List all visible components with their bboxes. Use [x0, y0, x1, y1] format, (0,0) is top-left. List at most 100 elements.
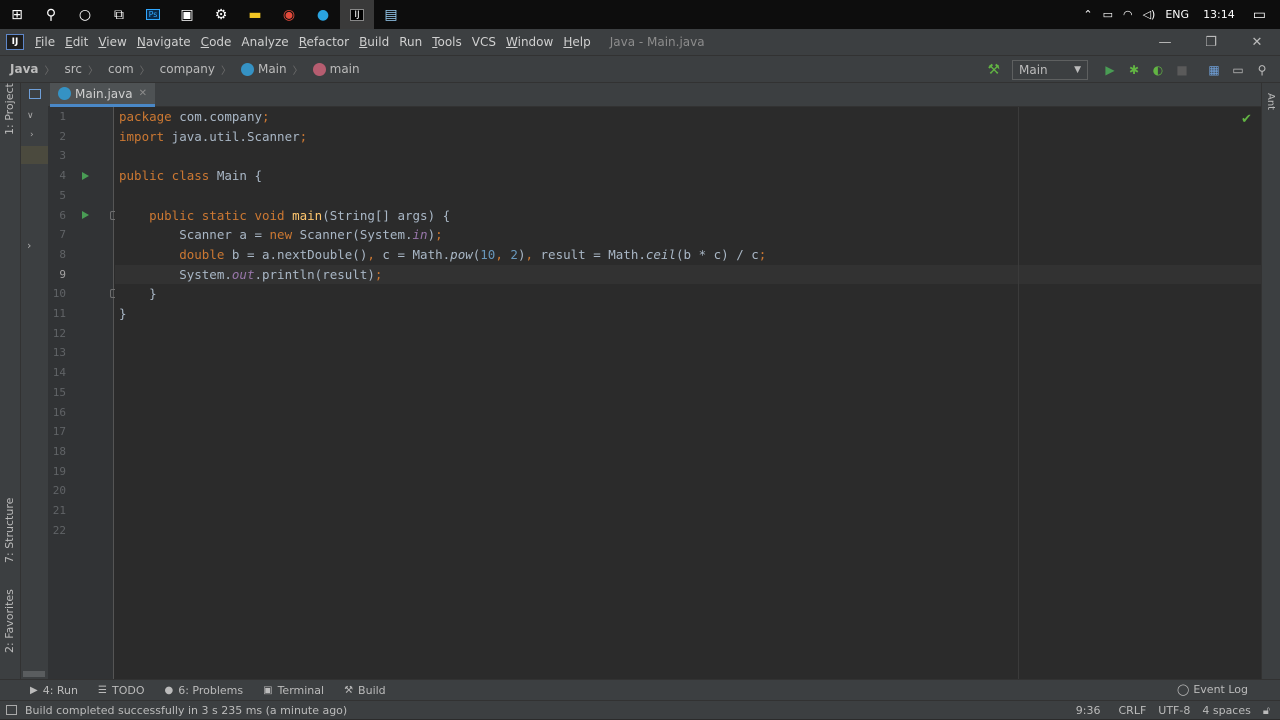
breadcrumb-main-class[interactable]: Main [240, 62, 287, 76]
clock[interactable]: 13:14 [1203, 8, 1235, 21]
status-window-icon[interactable] [6, 705, 17, 715]
intellij-icon[interactable]: IJ [340, 0, 374, 29]
structure-tool-button[interactable]: 7: Structure [3, 498, 16, 563]
close-icon[interactable]: ✕ [139, 88, 147, 99]
task-view-icon[interactable]: ⧉ [102, 0, 136, 29]
run-configuration-select[interactable]: Main ▼ [1012, 59, 1088, 80]
breadcrumb-com[interactable]: com [108, 62, 134, 76]
indent-setting[interactable]: 4 spaces [1202, 704, 1251, 717]
line-number[interactable]: 14 [48, 363, 66, 383]
menu-edit[interactable]: Edit [65, 35, 88, 49]
problems-tool-button[interactable]: ● 6: Problems [164, 684, 243, 697]
line-number[interactable]: 21 [48, 501, 66, 521]
coverage-icon[interactable]: ◐ [1146, 60, 1170, 80]
menu-run[interactable]: Run [399, 35, 422, 49]
telegram-icon[interactable]: ● [306, 0, 340, 29]
line-number[interactable]: 15 [48, 383, 66, 403]
search-everywhere-icon[interactable]: ⚲ [1250, 60, 1274, 80]
panel-icon[interactable] [29, 89, 41, 99]
line-number[interactable]: 8 [48, 245, 66, 265]
minimize-button[interactable]: — [1142, 29, 1188, 55]
run-gutter-icon[interactable] [82, 171, 89, 180]
code-editor[interactable]: package com.company; import java.util.Sc… [115, 107, 1261, 679]
lock-icon[interactable]: 🔓︎ [1263, 704, 1270, 718]
line-number[interactable]: 17 [48, 422, 66, 442]
line-number[interactable]: 10 [48, 284, 66, 304]
language-indicator[interactable]: ENG [1165, 8, 1189, 21]
menu-window[interactable]: Window [506, 35, 553, 49]
menu-build[interactable]: Build [359, 35, 389, 49]
menu-vcs[interactable]: VCS [472, 35, 496, 49]
line-number[interactable]: 7 [48, 225, 66, 245]
no-problems-check-icon[interactable]: ✔ [1241, 112, 1252, 127]
line-number[interactable]: 18 [48, 442, 66, 462]
file-explorer-icon[interactable]: ▬ [238, 0, 272, 29]
chevron-right-icon[interactable]: › [30, 130, 34, 140]
line-number[interactable]: 20 [48, 481, 66, 501]
ant-tool-button[interactable]: Ant [1265, 93, 1276, 110]
battery-icon[interactable]: ▭ [1103, 8, 1113, 21]
close-window-button[interactable]: ✕ [1234, 29, 1280, 55]
chevron-down-icon[interactable]: ∨ [27, 111, 34, 121]
breadcrumb-src[interactable]: src [64, 62, 82, 76]
line-number[interactable]: 9 [48, 265, 66, 285]
menu-tools[interactable]: Tools [432, 35, 462, 49]
menu-view[interactable]: View [98, 35, 126, 49]
run-icon[interactable]: ▶ [1098, 60, 1122, 80]
build-hammer-icon[interactable]: ⚒ [987, 62, 1000, 78]
horizontal-scrollbar[interactable] [23, 671, 45, 677]
tab-main-java[interactable]: Main.java ✕ [50, 83, 155, 107]
debug-icon[interactable]: ✱ [1122, 60, 1146, 80]
project-structure-icon[interactable]: ▦ [1202, 60, 1226, 80]
chevron-right-icon[interactable]: › [27, 239, 31, 252]
line-number[interactable]: 2 [48, 127, 66, 147]
store-icon[interactable]: ▣ [170, 0, 204, 29]
menu-refactor[interactable]: Refactor [299, 35, 349, 49]
run-gutter-icon[interactable] [82, 211, 89, 219]
selected-tree-item[interactable] [21, 146, 48, 164]
layout-icon[interactable]: ▭ [1226, 60, 1250, 80]
favorites-tool-button[interactable]: 2: Favorites [3, 589, 16, 653]
line-number[interactable]: 16 [48, 403, 66, 423]
menu-code[interactable]: Code [201, 35, 232, 49]
menu-file[interactable]: File [35, 35, 55, 49]
notepad-icon[interactable]: ▤ [374, 0, 408, 29]
build-tool-button[interactable]: ⚒ Build [344, 684, 386, 697]
line-number[interactable]: 13 [48, 343, 66, 363]
line-number[interactable]: 3 [48, 146, 66, 166]
line-number[interactable]: 22 [48, 521, 66, 541]
line-number[interactable]: 1 [48, 107, 66, 127]
restore-button[interactable]: ❐ [1188, 29, 1234, 55]
menu-analyze[interactable]: Analyze [241, 35, 288, 49]
volume-icon[interactable]: ◁) [1143, 8, 1156, 21]
line-number[interactable]: 11 [48, 304, 66, 324]
event-log-button[interactable]: ◯ Event Log [1177, 683, 1248, 696]
windows-start-icon[interactable]: ⊞ [0, 0, 34, 29]
menu-navigate[interactable]: Navigate [137, 35, 191, 49]
search-icon[interactable]: ⚲ [34, 0, 68, 29]
line-separator[interactable]: CRLF [1119, 704, 1147, 717]
project-tool-button[interactable]: 1: Project [3, 83, 16, 135]
status-message[interactable]: Build completed successfully in 3 s 235 … [6, 704, 347, 717]
run-tool-button[interactable]: ▶ 4: Run [30, 684, 78, 697]
line-number[interactable]: 19 [48, 462, 66, 482]
line-number[interactable]: 6 [48, 206, 66, 226]
notification-icon[interactable]: ▭ [1253, 7, 1266, 23]
stop-icon[interactable]: ■ [1170, 60, 1194, 80]
line-number[interactable]: 5 [48, 186, 66, 206]
terminal-tool-button[interactable]: ▣ Terminal [263, 684, 324, 697]
breadcrumb-main-method[interactable]: main [312, 62, 360, 76]
line-number[interactable]: 4 [48, 166, 66, 186]
cortana-icon[interactable]: ○ [68, 0, 102, 29]
menu-help[interactable]: Help [563, 35, 590, 49]
todo-tool-button[interactable]: ☰ TODO [98, 684, 144, 697]
caret-position[interactable]: 9:36 [1076, 704, 1101, 717]
breadcrumb-project[interactable]: Java [10, 62, 38, 76]
settings-icon[interactable]: ⚙ [204, 0, 238, 29]
wifi-icon[interactable]: ◠ [1123, 8, 1133, 21]
line-number[interactable]: 12 [48, 324, 66, 344]
chrome-icon[interactable]: ◉ [272, 0, 306, 29]
chevron-up-icon[interactable]: ⌃ [1083, 8, 1092, 21]
photoshop-icon[interactable]: Ps [136, 0, 170, 29]
file-encoding[interactable]: UTF-8 [1158, 704, 1190, 717]
